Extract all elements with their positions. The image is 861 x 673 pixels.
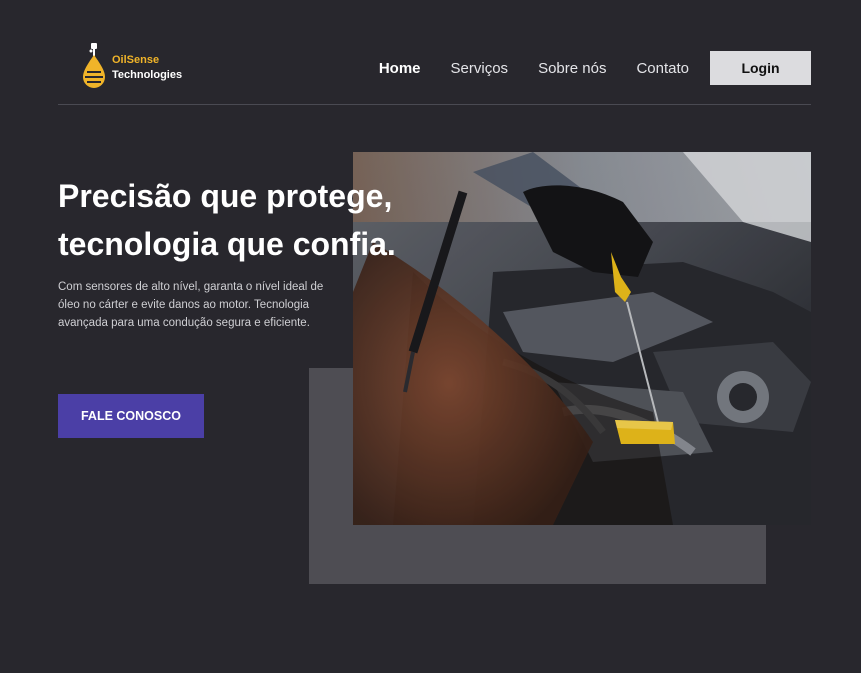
site-header: OilSense Technologies Home Serviços Sobr… <box>58 40 811 105</box>
hero-title-line2: tecnologia que confia. <box>58 226 396 262</box>
hero-title: Precisão que protege, tecnologia que con… <box>58 172 396 268</box>
hero-title-line1: Precisão que protege, <box>58 178 393 214</box>
contact-us-button[interactable]: FALE CONOSCO <box>58 394 204 438</box>
nav-services[interactable]: Serviços <box>451 60 509 77</box>
logo[interactable]: OilSense Technologies <box>80 42 200 90</box>
login-button[interactable]: Login <box>710 51 811 85</box>
main-nav: Home Serviços Sobre nós Contato Login <box>379 51 811 85</box>
hero-image <box>353 152 811 525</box>
hero-description: Com sensores de alto nível, garanta o ní… <box>58 281 324 329</box>
nav-about[interactable]: Sobre nós <box>538 60 606 77</box>
nav-home[interactable]: Home <box>379 60 421 77</box>
logo-name: OilSense <box>112 54 160 66</box>
nav-contact[interactable]: Contato <box>636 60 689 77</box>
oil-drop-icon <box>83 43 105 88</box>
logo-subtitle: Technologies <box>112 69 183 81</box>
